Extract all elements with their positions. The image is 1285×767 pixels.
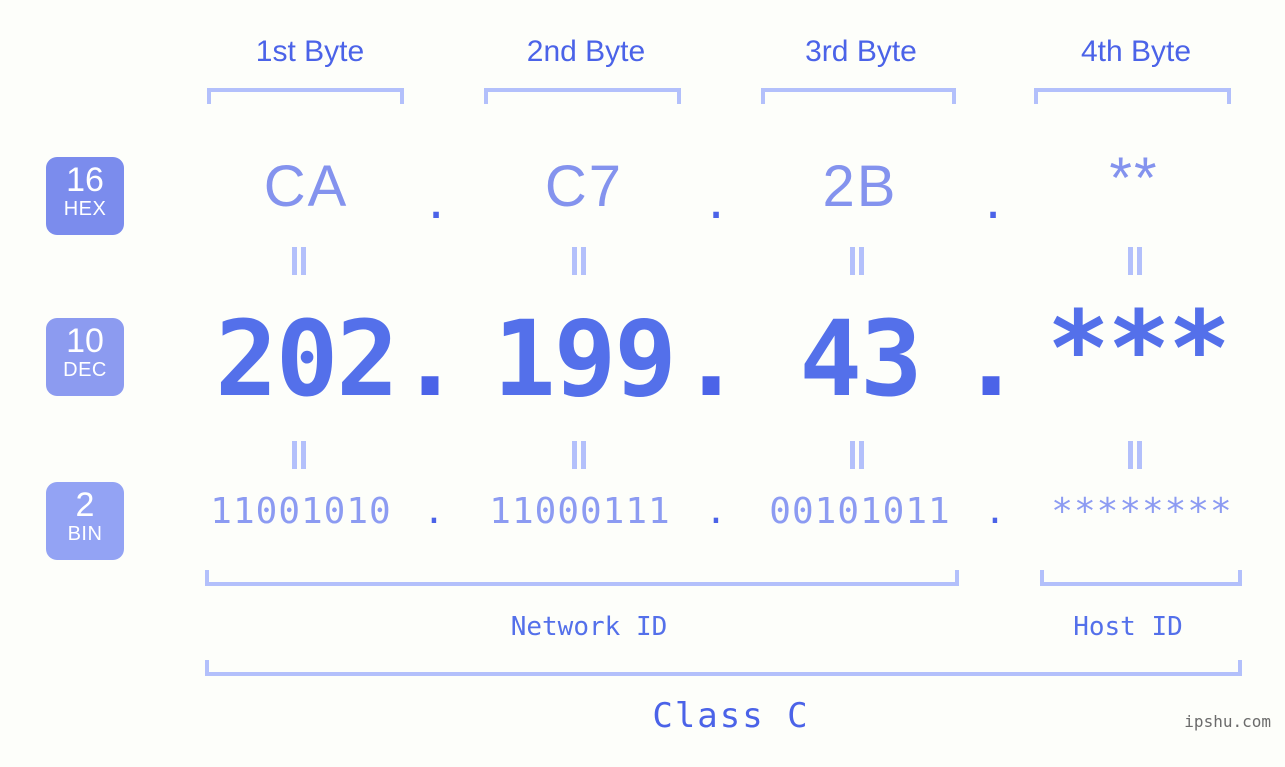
byte-header-label-3: 3rd Byte [805,35,917,68]
byte-header-label-2: 2nd Byte [526,35,646,68]
class-label: Class C [652,696,810,736]
host-id-bracket [1040,570,1242,586]
base-badge-bin-number: 2 [75,486,95,524]
dec-byte-2: 199 [493,298,677,420]
bin-byte-4: ******** [1051,491,1233,532]
hex-byte-3: 2B [822,154,898,219]
host-id-label: Host ID [1073,612,1183,642]
equals-mark-dec-bin-2 [568,441,590,469]
site-watermark: ipshu.com [1184,712,1271,731]
byte-bracket-2 [484,88,681,104]
base-badge-bin-name: BIN [67,523,103,545]
equals-mark-hex-dec-1 [288,247,310,275]
bin-byte-1: 11001010 [210,491,392,532]
hex-byte-4: ** [1109,146,1159,211]
base-badge-dec-name: DEC [63,359,107,381]
equals-mark-hex-dec-2 [568,247,590,275]
base-badge-dec-number: 10 [66,322,104,360]
ip-address-breakdown-diagram: 1st Byte 2nd Byte 3rd Byte 4th Byte 16 H… [0,0,1285,767]
byte-header-label-4: 4th Byte [1080,35,1192,68]
equals-mark-hex-dec-4 [1124,247,1146,275]
equals-mark-dec-bin-4 [1124,441,1146,469]
dec-dot-1: . [398,298,462,420]
dec-byte-4: *** [1047,288,1231,410]
base-badge-hex: 16 HEX [46,157,124,235]
base-badge-hex-number: 16 [66,161,104,199]
network-id-label: Network ID [510,612,668,642]
base-badge-hex-name: HEX [63,198,107,220]
base-badge-bin: 2 BIN [46,482,124,560]
byte-bracket-1 [207,88,404,104]
equals-mark-hex-dec-3 [846,247,868,275]
dec-dot-2: . [679,298,743,420]
byte-header-label-1: 1st Byte [255,35,365,68]
equals-mark-dec-bin-3 [846,441,868,469]
bin-byte-3: 00101011 [769,491,951,532]
network-id-bracket [205,570,959,586]
base-badge-dec: 10 DEC [46,318,124,396]
byte-bracket-4 [1034,88,1231,104]
bin-byte-2: 11000111 [489,491,671,532]
dec-byte-3: 43 [799,298,922,420]
byte-bracket-3 [761,88,956,104]
class-bracket [205,660,1242,676]
equals-mark-dec-bin-1 [288,441,310,469]
hex-byte-1: CA [263,154,349,219]
hex-byte-2: C7 [544,154,624,219]
